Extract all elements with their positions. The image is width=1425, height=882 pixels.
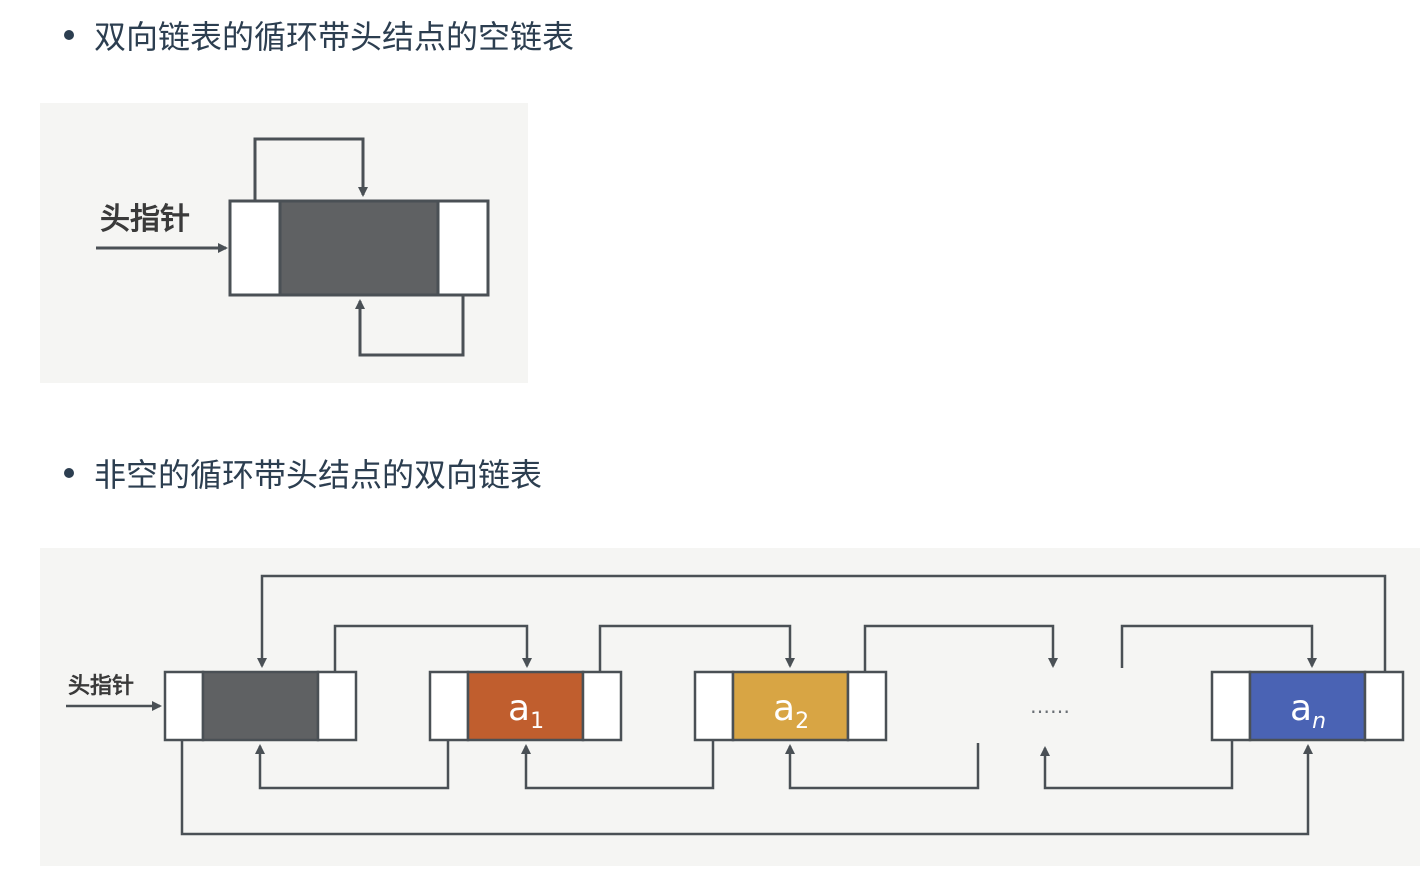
- next-arrow-head-to-a1: [333, 624, 532, 672]
- empty-list-svg: 头指针: [96, 137, 490, 357]
- next-arrow-ellipsis-to-an: [1120, 624, 1317, 668]
- next-arrow-a2-to-ellipsis: [863, 624, 1058, 672]
- an-next-field: [1363, 670, 1405, 742]
- section-heading: 非空的循环带头结点的双向链表: [94, 456, 543, 494]
- nonempty-list-svg: 头指针 a1 a2 an ……: [66, 574, 1405, 836]
- next-self-loop-arrow: [253, 137, 368, 201]
- node-a2: a2: [693, 670, 888, 742]
- next-arrow-a1-to-a2: [598, 624, 795, 672]
- a2-prior-field: [693, 670, 735, 742]
- head-data-field: [201, 670, 320, 742]
- a2-next-field: [846, 670, 888, 742]
- a1-prior-field: [428, 670, 470, 742]
- nonempty-list-diagram: 头指针 a1 a2 an ……: [40, 548, 1420, 866]
- head-prior-field: [163, 670, 205, 742]
- section-heading: 双向链表的循环带头结点的空链表: [94, 18, 575, 56]
- node-an: an: [1210, 670, 1405, 742]
- prior-arrow-an-to-ellipsis: [1040, 740, 1234, 790]
- node-a1: a1: [428, 670, 623, 742]
- prior-self-loop-arrow: [355, 295, 465, 357]
- prior-field: [228, 199, 282, 297]
- next-field: [436, 199, 490, 297]
- ellipsis: ……: [1030, 694, 1070, 718]
- head-next-field: [316, 670, 358, 742]
- next-arrow-an-to-head: [257, 574, 1387, 672]
- bullet-item-empty-list: 双向链表的循环带头结点的空链表: [64, 12, 574, 58]
- prior-arrow-a2-to-a1: [521, 740, 715, 790]
- prior-arrow-ellipsis-to-a2: [785, 743, 980, 790]
- empty-list-diagram: 头指针: [40, 103, 528, 383]
- head-node: [163, 670, 358, 742]
- a1-next-field: [581, 670, 623, 742]
- prior-arrow-a1-to-head: [255, 740, 450, 790]
- head-pointer-label: 头指针: [100, 202, 190, 237]
- bullet-item-nonempty-list: 非空的循环带头结点的双向链表: [64, 450, 542, 496]
- head-pointer-label: 头指针: [68, 673, 134, 699]
- bullet-dot: [64, 468, 74, 478]
- an-prior-field: [1210, 670, 1252, 742]
- head-node-data-field: [278, 199, 440, 297]
- bullet-dot: [64, 30, 74, 40]
